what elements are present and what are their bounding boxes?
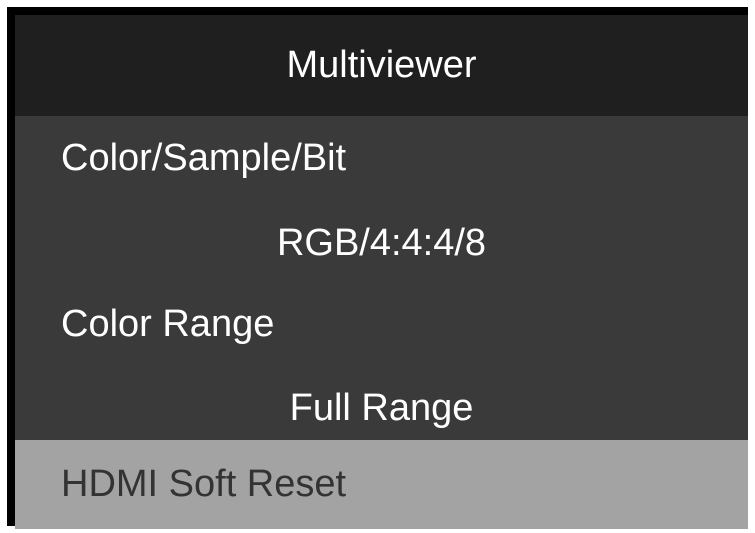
osd-menu-window: Multiviewer Color/Sample/Bit RGB/4:4:4/8… <box>7 7 748 529</box>
menu-item-color-sample-bit[interactable]: Color/Sample/Bit <box>61 135 346 181</box>
color-sample-bit-value[interactable]: RGB/4:4:4/8 <box>15 220 748 266</box>
menu-title: Multiviewer <box>286 44 477 86</box>
menu-header: Multiviewer <box>15 15 748 116</box>
menu-item-hdmi-soft-reset[interactable]: HDMI Soft Reset <box>15 440 748 529</box>
menu-item-color-range[interactable]: Color Range <box>61 301 274 347</box>
menu-panel: Color/Sample/Bit RGB/4:4:4/8 Color Range… <box>15 116 748 440</box>
color-range-value[interactable]: Full Range <box>15 385 748 431</box>
hdmi-soft-reset-label: HDMI Soft Reset <box>61 463 347 505</box>
